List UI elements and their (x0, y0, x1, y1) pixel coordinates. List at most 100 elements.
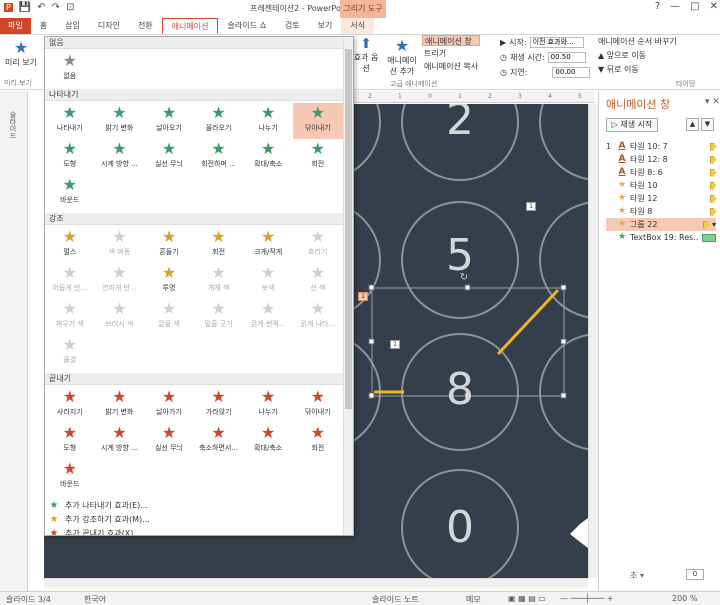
tab-3[interactable]: 디자인 (89, 18, 129, 34)
entrance-effect[interactable]: ★ 실선 무늬 (144, 139, 194, 175)
add-animation-button[interactable]: ★ 애니메이션 추가 (384, 36, 420, 77)
view-buttons[interactable]: ▣ ▦ ▤ ▭ (508, 594, 546, 603)
gallery-scrollbar[interactable] (343, 37, 353, 535)
exit-effect[interactable]: ★ 바운드 (45, 459, 95, 495)
timeline-bar[interactable] (710, 207, 716, 216)
comments-button[interactable]: 메모 (466, 594, 481, 605)
more-effects-item[interactable]: ★ 추가 나타내기 효과(E)... (45, 499, 353, 513)
minimize-icon[interactable]: — (670, 1, 680, 12)
move-earlier-button[interactable]: ▲ 앞으로 이동 (598, 50, 677, 61)
emphasis-effect[interactable]: ★ 크게/작게 (243, 227, 293, 263)
handle-br[interactable] (560, 392, 567, 399)
emphasis-effect[interactable]: ★ 흔들기 (144, 227, 194, 263)
more-effects-item[interactable]: ★ 추가 강조하기 효과(M)... (45, 513, 353, 527)
emphasis-effect[interactable]: ★ 회전 (194, 227, 244, 263)
slides-pane-label[interactable]: 슬라이드 (8, 111, 18, 139)
tab-5[interactable]: 애니메이션 (161, 18, 219, 34)
exit-effect[interactable]: ★ 밝기 변화 (95, 387, 145, 423)
animation-pane-button[interactable]: 애니메이션 창 (422, 35, 481, 46)
gallery-scroll-thumb[interactable] (345, 49, 352, 409)
entrance-effect[interactable]: ★ 회전 (293, 139, 343, 175)
save-icon[interactable]: 💾 (19, 2, 31, 13)
entrance-effect[interactable]: ★ 바운드 (45, 175, 95, 211)
exit-effect[interactable]: ★ 실선 무늬 (144, 423, 194, 459)
item-dropdown-icon[interactable]: ▾ (712, 218, 716, 231)
undo-icon[interactable]: ↶ (37, 2, 45, 13)
horizontal-scrollbar[interactable] (44, 578, 588, 588)
preview-button[interactable]: ★ 미리 보기 미리 보기 (2, 36, 40, 88)
entrance-effect[interactable]: ★ 확대/축소 (243, 139, 293, 175)
handle-r[interactable] (560, 338, 567, 345)
move-later-button[interactable]: ▼ 뒤로 이동 (598, 64, 677, 75)
move-down-icon[interactable]: ▼ (701, 118, 714, 131)
entrance-effect[interactable]: ★ 날아오기 (144, 103, 194, 139)
timeline-bar[interactable] (710, 155, 716, 164)
handle-bl[interactable] (368, 392, 375, 399)
anim-tag-selected[interactable]: 1 (358, 292, 368, 301)
close-icon[interactable]: ✕ (710, 1, 718, 12)
emphasis-effect[interactable]: ★ 투명 (144, 263, 194, 299)
animation-list-item[interactable]: ★ TextBox 19: Res... (606, 231, 716, 244)
animation-list-item[interactable]: A 타원 12: 8 (606, 153, 716, 166)
redo-icon[interactable]: ↷ (52, 2, 60, 13)
exit-effect[interactable]: ★ 날아가기 (144, 387, 194, 423)
exit-effect[interactable]: ★ 가라앉기 (194, 387, 244, 423)
move-up-icon[interactable]: ▲ (686, 118, 699, 131)
exit-effect[interactable]: ★ 축소하면서... (194, 423, 244, 459)
trigger-button[interactable]: 트리거 (422, 48, 480, 59)
animation-list-item[interactable]: ★ 타원 12 (606, 192, 716, 205)
tab-2[interactable]: 삽입 (56, 18, 89, 34)
animation-painter-button[interactable]: 애니메이션 복사 (422, 61, 480, 72)
language-indicator[interactable]: 한국어 (84, 594, 106, 605)
handle-l[interactable] (368, 338, 375, 345)
entrance-effect[interactable]: ★ 밝기 변화 (95, 103, 145, 139)
timeline-bar[interactable] (710, 142, 716, 151)
handle-t[interactable] (464, 284, 471, 291)
tab-6[interactable]: 슬라이드 쇼 (218, 18, 275, 34)
timeline-zoom[interactable]: 0 (686, 569, 704, 580)
tab-9[interactable]: 서식 (341, 18, 375, 34)
handle-tl[interactable] (368, 284, 375, 291)
tab-7[interactable]: 검토 (276, 18, 309, 34)
anim-tag[interactable]: 1 (390, 340, 400, 349)
vertical-scrollbar[interactable] (588, 104, 598, 578)
seconds-label[interactable]: 초 ▾ (630, 570, 644, 581)
play-from-button[interactable]: ▷ 재생 시작 (606, 118, 658, 132)
exit-effect[interactable]: ★ 시계 방향 ... (95, 423, 145, 459)
entrance-effect[interactable]: ★ 시계 방향 ... (95, 139, 145, 175)
anim-tag[interactable]: 1 (526, 202, 536, 211)
emphasis-effect[interactable]: ★ 펄스 (45, 227, 95, 263)
tab-1[interactable]: 홈 (31, 18, 56, 34)
connector-line-diagonal[interactable] (496, 288, 560, 356)
timeline-bar[interactable] (710, 168, 716, 177)
start-select[interactable] (529, 36, 584, 48)
timeline-bar[interactable] (702, 233, 716, 242)
zoom-level[interactable]: 200 % (672, 594, 697, 603)
delay-input[interactable] (552, 66, 591, 78)
maximize-icon[interactable]: □ (690, 1, 699, 12)
none-effect[interactable]: ★ 없음 (45, 51, 95, 87)
entrance-effect[interactable]: ★ 닦아내기 (292, 103, 343, 139)
entrance-effect[interactable]: ★ 올라오기 (194, 103, 244, 139)
exit-effect[interactable]: ★ 확대/축소 (243, 423, 293, 459)
help-icon[interactable]: ? (655, 1, 660, 12)
exit-effect[interactable]: ★ 나누기 (243, 387, 293, 423)
entrance-effect[interactable]: ★ 나누기 (243, 103, 293, 139)
animation-list-item[interactable]: ★ 그룹 22 ▾ (606, 218, 716, 231)
close-icon[interactable]: ▾ ✕ (705, 97, 720, 107)
tab-0[interactable]: 파일 (0, 18, 31, 34)
zoom-slider[interactable]: — ───┼─── + (560, 594, 614, 603)
timeline-bar[interactable] (710, 181, 716, 190)
tab-8[interactable]: 보기 (309, 18, 342, 34)
animation-list-item[interactable]: ★ 타원 8 (606, 205, 716, 218)
animation-list-item[interactable]: 1 A 타원 10: 7 (606, 140, 716, 153)
timeline-bar[interactable] (702, 220, 709, 229)
notes-button[interactable]: 슬라이드 노트 (372, 594, 419, 605)
effect-options-button[interactable]: ⬆ 효과 옵션 (352, 36, 380, 74)
animation-list-item[interactable]: A 타원 8: 6 (606, 166, 716, 179)
exit-effect[interactable]: ★ 회전 (293, 423, 343, 459)
entrance-effect[interactable]: ★ 도형 (45, 139, 95, 175)
handle-tr[interactable] (560, 284, 567, 291)
animation-list-item[interactable]: ★ 타원 10 (606, 179, 716, 192)
tab-4[interactable]: 전환 (129, 18, 162, 34)
